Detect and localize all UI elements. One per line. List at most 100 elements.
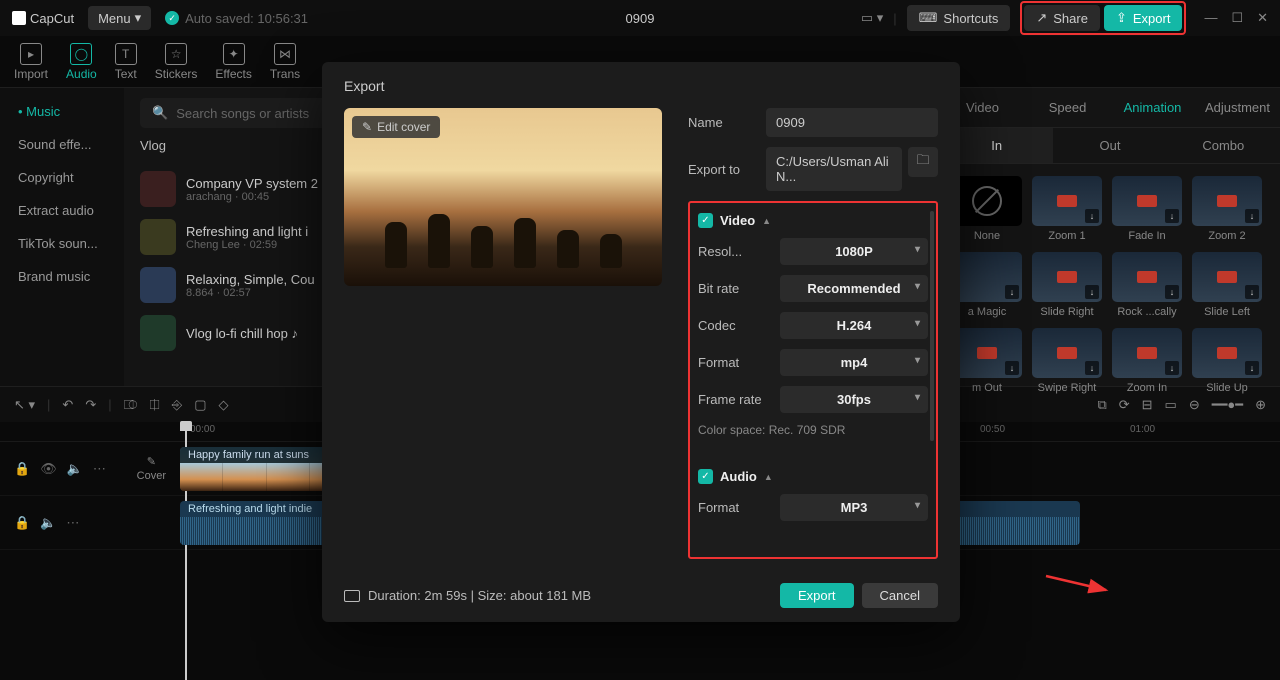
rtab-animation[interactable]: Animation <box>1110 88 1195 127</box>
browse-folder-button[interactable]: 🗀 <box>908 147 938 177</box>
tab-text[interactable]: TText <box>115 43 137 81</box>
format-select[interactable]: mp4 <box>780 349 928 376</box>
menu-button[interactable]: Menu▾ <box>88 6 151 30</box>
anim-none[interactable]: None <box>952 176 1022 242</box>
app-logo: CapCut <box>12 11 74 26</box>
export-dialog: Export ✎Edit cover Name0909 Export toC:/… <box>322 62 960 622</box>
split-icon[interactable]: ⎄ <box>124 397 138 413</box>
project-title: 0909 <box>626 11 655 26</box>
lock-icon[interactable]: 🔒 <box>14 515 30 531</box>
autosave-status: ✓Auto saved: 10:56:31 <box>165 11 308 26</box>
more-icon[interactable]: ⋯ <box>66 515 79 531</box>
cover-preview: ✎Edit cover <box>344 108 662 286</box>
anim-item[interactable]: ↓Zoom In <box>1112 328 1182 394</box>
rtab2-out[interactable]: Out <box>1053 128 1166 163</box>
undo-icon[interactable]: ↶ <box>62 397 73 413</box>
share-export-highlight: ↗Share ⇪Export <box>1020 1 1186 35</box>
colorspace-note: Color space: Rec. 709 SDR <box>698 423 928 437</box>
edit-cover-button[interactable]: ✎Edit cover <box>352 116 440 138</box>
track-icon[interactable]: ▭ <box>1165 397 1177 413</box>
anim-item[interactable]: ↓Slide Up <box>1192 328 1262 394</box>
cover-button[interactable]: ✎Cover <box>137 455 166 482</box>
preview-icon[interactable]: ⊟ <box>1142 397 1153 413</box>
search-icon: 🔍 <box>152 105 168 121</box>
trim-right-icon[interactable]: ⎆ <box>172 397 182 413</box>
pencil-icon: ✎ <box>362 120 372 134</box>
export-settings-highlight: ✓Video▲ Resol...1080P Bit rateRecommende… <box>688 201 938 559</box>
link-icon[interactable]: ⟳ <box>1119 397 1130 413</box>
rtab-adjustment[interactable]: Adjustment <box>1195 88 1280 127</box>
bitrate-select[interactable]: Recommended <box>780 275 928 302</box>
export-confirm-button[interactable]: Export <box>780 583 854 608</box>
inspector-panel: Video Speed Animation Adjustment In Out … <box>940 88 1280 386</box>
cat-sound-effects[interactable]: Sound effe... <box>8 129 116 160</box>
minimize-icon[interactable]: — <box>1204 10 1217 26</box>
zoom-out-icon[interactable]: ⊖ <box>1189 397 1200 413</box>
anim-item[interactable]: ↓Fade In <box>1112 176 1182 242</box>
audio-section-toggle[interactable]: ✓Audio▲ <box>698 469 928 484</box>
tab-import[interactable]: ▸Import <box>14 43 48 81</box>
pointer-icon[interactable]: ↖ ▾ <box>14 397 35 413</box>
path-label: Export to <box>688 162 766 177</box>
anim-item[interactable]: ↓Rock ...cally <box>1112 252 1182 318</box>
film-icon <box>344 590 360 602</box>
scroll-bar[interactable] <box>930 211 934 441</box>
format-label: Format <box>698 355 780 370</box>
marker-icon[interactable]: ◇ <box>219 397 229 413</box>
cat-brand-music[interactable]: Brand music <box>8 261 116 292</box>
trim-left-icon[interactable]: ⎅ <box>149 397 159 413</box>
path-input[interactable]: C:/Users/Usman Ali N... <box>766 147 902 191</box>
anim-item[interactable]: ↓Swipe Right <box>1032 328 1102 394</box>
cat-music[interactable]: • Music <box>8 96 116 127</box>
delete-icon[interactable]: ▢ <box>194 397 206 413</box>
eye-icon[interactable]: 👁 <box>40 461 57 477</box>
audio-categories: • Music Sound effe... Copyright Extract … <box>0 88 124 386</box>
redo-icon[interactable]: ↷ <box>85 397 96 413</box>
tab-stickers[interactable]: ☆Stickers <box>155 43 198 81</box>
mute-icon[interactable]: 🔈 <box>67 461 83 477</box>
anim-item[interactable]: ↓Zoom 2 <box>1192 176 1262 242</box>
name-label: Name <box>688 115 766 130</box>
cancel-button[interactable]: Cancel <box>862 583 938 608</box>
anim-item[interactable]: ↓m Out <box>952 328 1022 394</box>
anim-item[interactable]: ↓Slide Right <box>1032 252 1102 318</box>
share-button[interactable]: ↗Share <box>1024 5 1100 31</box>
lock-icon[interactable]: 🔒 <box>14 461 30 477</box>
video-section-toggle[interactable]: ✓Video▲ <box>698 213 928 228</box>
cat-copyright[interactable]: Copyright <box>8 162 116 193</box>
export-meta: Duration: 2m 59s | Size: about 181 MB <box>344 588 591 603</box>
zoom-in-icon[interactable]: ⊕ <box>1255 397 1266 413</box>
tab-effects[interactable]: ✦Effects <box>215 43 251 81</box>
anim-item[interactable]: ↓a Magic <box>952 252 1022 318</box>
check-icon: ✓ <box>165 11 179 25</box>
zoom-slider[interactable]: ━━●━ <box>1212 397 1243 413</box>
audio-format-select[interactable]: MP3 <box>780 494 928 521</box>
codec-label: Codec <box>698 318 780 333</box>
mute-icon[interactable]: 🔈 <box>40 515 56 531</box>
cat-tiktok-sounds[interactable]: TikTok soun... <box>8 228 116 259</box>
rtab-speed[interactable]: Speed <box>1025 88 1110 127</box>
anim-item[interactable]: ↓Slide Left <box>1192 252 1262 318</box>
export-button-top[interactable]: ⇪Export <box>1104 5 1182 31</box>
audio-format-label: Format <box>698 500 780 515</box>
title-bar: CapCut Menu▾ ✓Auto saved: 10:56:31 0909 … <box>0 0 1280 36</box>
maximize-icon[interactable]: ☐ <box>1231 10 1243 26</box>
resolution-label: Resol... <box>698 244 780 259</box>
shortcuts-button[interactable]: ⌨Shortcuts <box>907 5 1011 31</box>
animation-grid: None ↓Zoom 1 ↓Fade In ↓Zoom 2 ↓a Magic ↓… <box>940 164 1280 406</box>
more-icon[interactable]: ⋯ <box>93 461 106 477</box>
aspect-icon[interactable]: ▭ ▾ <box>861 10 883 26</box>
resolution-select[interactable]: 1080P <box>780 238 928 265</box>
tab-transitions[interactable]: ⋈Trans <box>270 43 300 81</box>
magnet-icon[interactable]: ⧉ <box>1097 397 1106 413</box>
name-input[interactable]: 0909 <box>766 108 938 137</box>
codec-select[interactable]: H.264 <box>780 312 928 339</box>
folder-icon: 🗀 <box>916 151 929 173</box>
close-icon[interactable]: ✕ <box>1257 10 1268 26</box>
rtab2-combo[interactable]: Combo <box>1167 128 1280 163</box>
anim-item[interactable]: ↓Zoom 1 <box>1032 176 1102 242</box>
framerate-select[interactable]: 30fps <box>780 386 928 413</box>
tab-audio[interactable]: ◯Audio <box>66 43 97 81</box>
cat-extract-audio[interactable]: Extract audio <box>8 195 116 226</box>
dialog-title: Export <box>344 78 938 94</box>
